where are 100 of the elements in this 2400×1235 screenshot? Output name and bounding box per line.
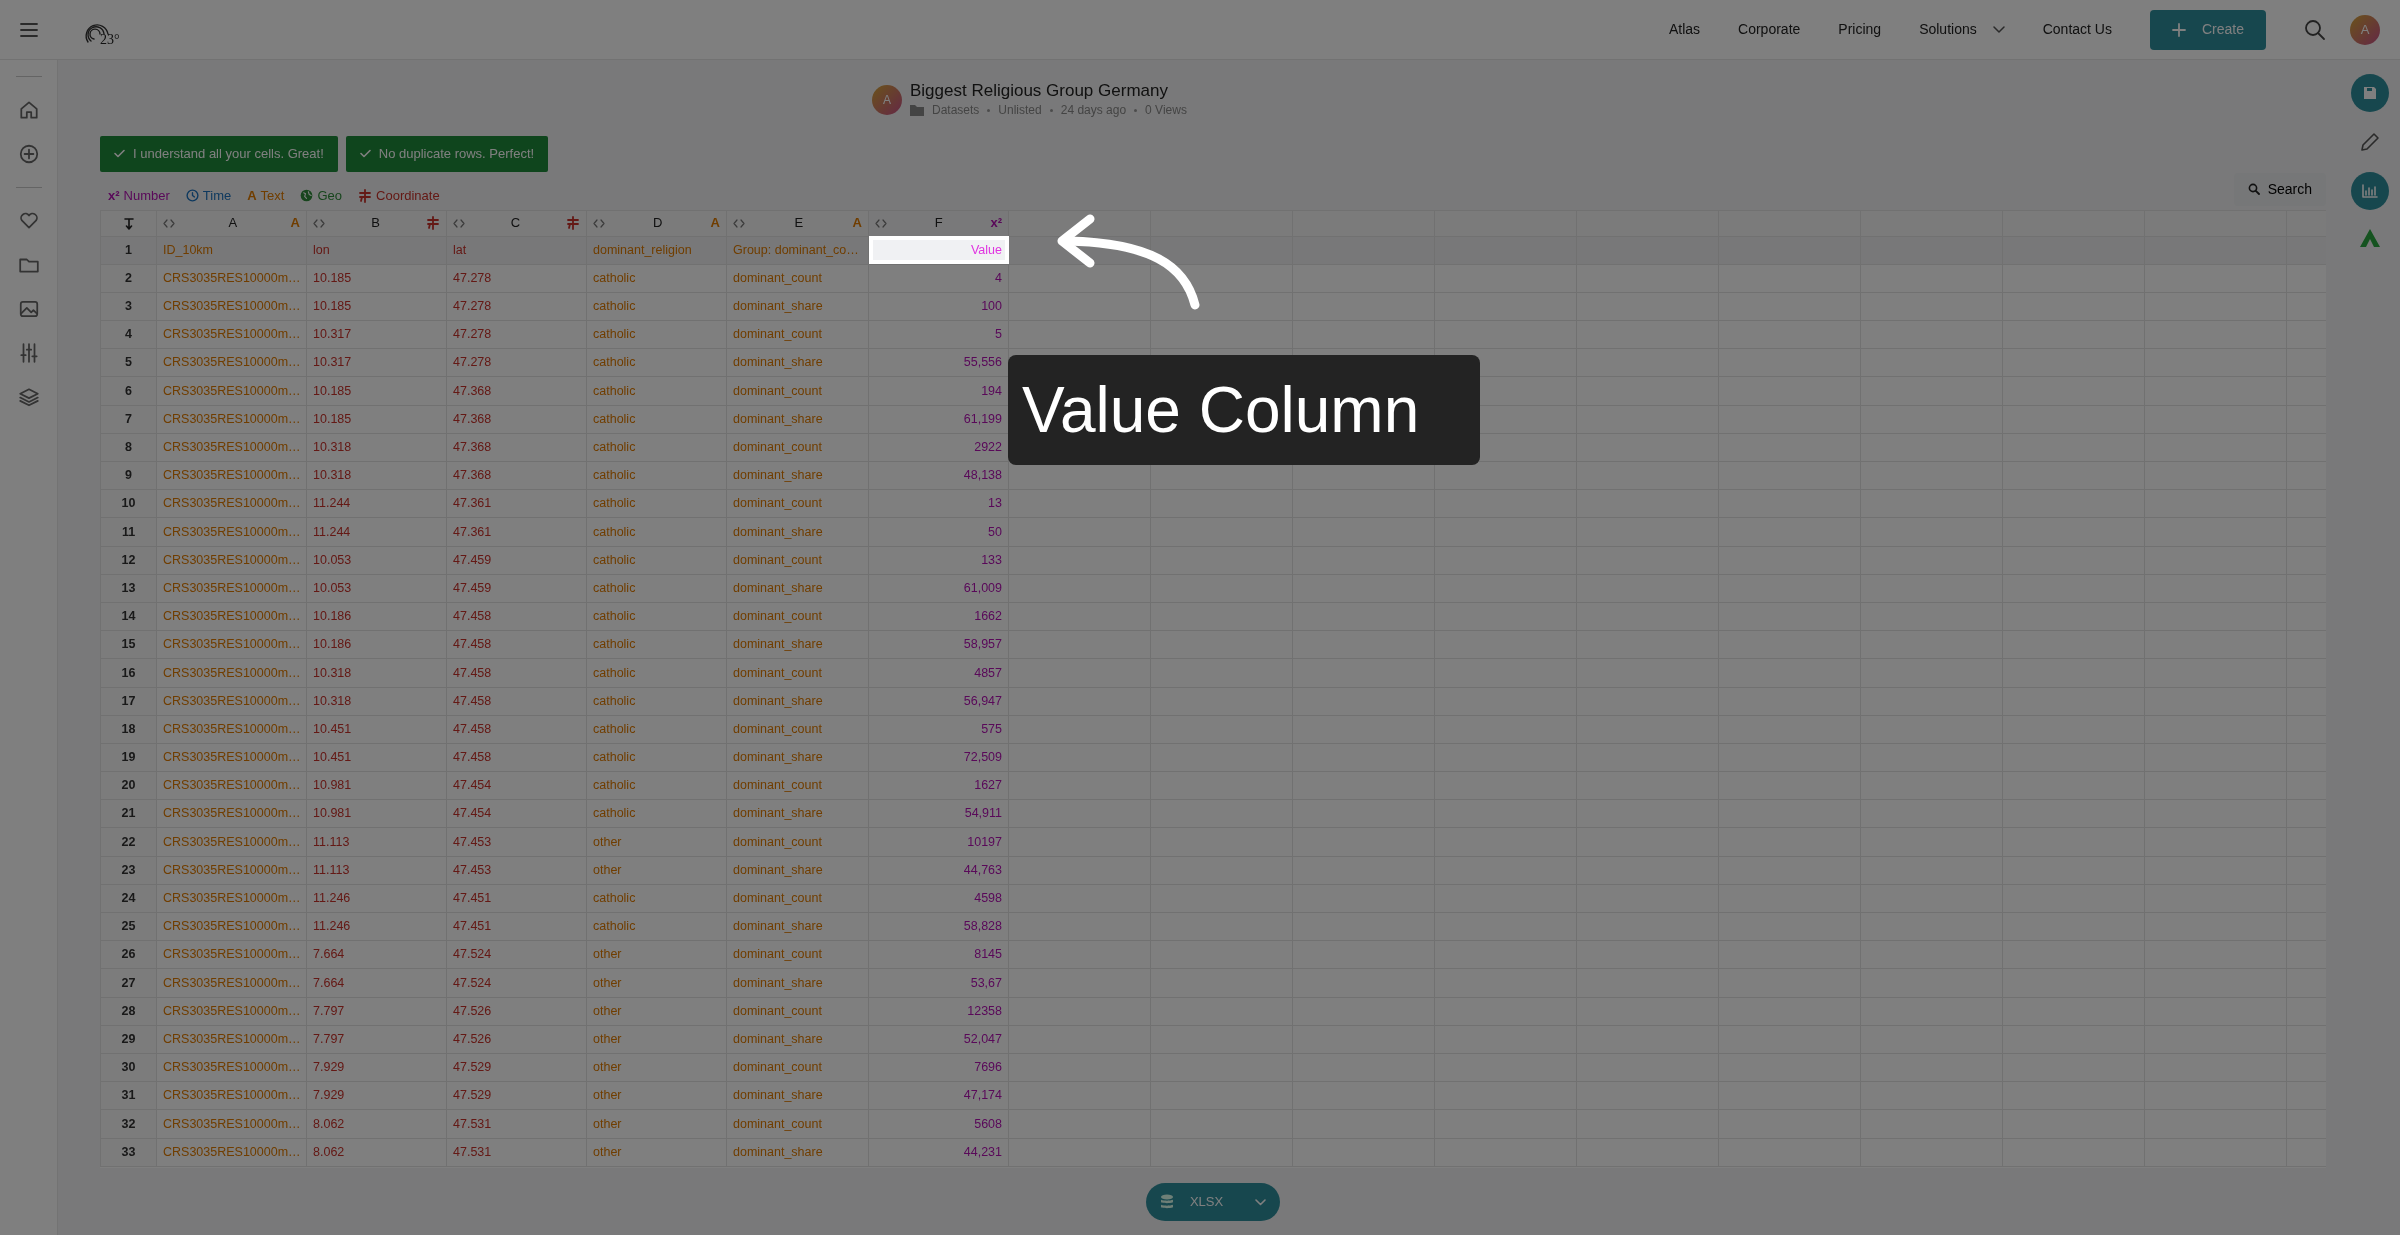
table-cell: 53,67: [868, 968, 1009, 998]
code-brackets-icon[interactable]: [163, 218, 175, 228]
add-circle-icon[interactable]: [17, 143, 40, 165]
table-cell: 7.797: [306, 997, 447, 1026]
table-cell: 10.981: [306, 771, 447, 800]
table-cell: other: [586, 1025, 727, 1054]
row-number: 12: [100, 546, 157, 575]
menu-icon[interactable]: [19, 21, 39, 38]
table-cell: dominant_share: [726, 405, 869, 434]
table-cell: 11.113: [306, 856, 447, 885]
triangle-logo-icon[interactable]: [2359, 228, 2381, 248]
cross-lines-icon: [566, 216, 580, 230]
column-letter[interactable]: B: [371, 213, 380, 233]
code-brackets-icon[interactable]: [733, 218, 745, 228]
folder-icon: [910, 104, 924, 117]
table-cell: CRS3035RES10000m…: [156, 433, 307, 462]
column-letter[interactable]: A: [228, 213, 238, 233]
table-cell: dominant_count: [726, 940, 869, 969]
sort-down-icon[interactable]: [123, 217, 134, 230]
nav-link[interactable]: Pricing: [1838, 19, 1882, 40]
column-letter[interactable]: D: [653, 213, 663, 233]
table-cell: CRS3035RES10000m…: [156, 968, 307, 998]
row-number: 11: [100, 517, 157, 547]
table-cell: CRS3035RES10000m…: [156, 799, 307, 828]
nav-link[interactable]: Corporate: [1738, 19, 1801, 40]
nav-link[interactable]: Solutions: [1919, 19, 2005, 40]
table-cell: 50: [868, 517, 1009, 547]
code-brackets-icon[interactable]: [593, 218, 605, 228]
nav-link[interactable]: Contact Us: [2042, 19, 2112, 40]
owner-avatar[interactable]: A: [872, 85, 902, 115]
table-cell: 44,763: [868, 856, 1009, 885]
clock-icon: [185, 189, 199, 203]
dot-separator-icon: [1134, 108, 1138, 112]
cross-lines-icon: [426, 216, 440, 230]
chart-button[interactable]: [2351, 172, 2389, 210]
chevron-down-icon: [1255, 1198, 1267, 1206]
search-icon[interactable]: [2304, 18, 2326, 41]
table-cell: 11.113: [306, 827, 447, 857]
table-cell: 47.526: [446, 1025, 587, 1054]
check-badge[interactable]: I understand all your cells. Great!: [100, 136, 338, 172]
table-cell: dominant_count: [726, 658, 869, 687]
table-cell: 11.244: [306, 517, 447, 547]
table-cell: 8.062: [306, 1138, 447, 1167]
column-letter[interactable]: E: [794, 213, 804, 233]
create-button[interactable]: Create: [2149, 9, 2266, 50]
user-avatar[interactable]: A: [2350, 14, 2380, 45]
table-cell: catholic: [586, 405, 727, 434]
code-brackets-icon[interactable]: [453, 218, 465, 228]
row-number: 19: [100, 743, 157, 772]
type-symbol: A: [247, 187, 257, 205]
table-cell: 10.317: [306, 348, 447, 377]
image-icon[interactable]: [17, 298, 40, 320]
code-brackets-icon[interactable]: [313, 218, 325, 228]
table-cell: dominant_count: [726, 715, 869, 744]
save-button[interactable]: [2351, 74, 2389, 112]
table-cell: 47.368: [446, 376, 587, 406]
table-cell: 47.458: [446, 743, 587, 772]
table-cell: 47.458: [446, 630, 587, 659]
row-number: 9: [100, 461, 157, 490]
column-letter[interactable]: C: [510, 213, 521, 233]
layers-icon[interactable]: [17, 386, 40, 408]
header-cell: dominant_religion: [586, 236, 727, 265]
type-label: Coordinate: [376, 187, 440, 205]
logo[interactable]: 23°: [82, 9, 122, 50]
row-number: 1: [100, 236, 157, 265]
table-cell: 1662: [868, 602, 1009, 631]
row-number: 25: [100, 912, 157, 941]
row-number: 24: [100, 884, 157, 913]
code-brackets-icon[interactable]: [875, 218, 887, 228]
row-number: 5: [100, 348, 157, 377]
pencil-icon[interactable]: [2358, 130, 2382, 154]
check-badge[interactable]: No duplicate rows. Perfect!: [345, 136, 549, 172]
table-cell: CRS3035RES10000m…: [156, 461, 307, 490]
column-letter[interactable]: F: [934, 213, 943, 233]
table-cell: 47.278: [446, 320, 587, 349]
table-cell: CRS3035RES10000m…: [156, 1138, 307, 1167]
check-icon: [359, 149, 371, 159]
type-label: Geo: [317, 187, 343, 205]
row-number: 18: [100, 715, 157, 744]
row-number: 27: [100, 968, 157, 998]
table-cell: CRS3035RES10000m…: [156, 630, 307, 659]
table-cell: dominant_count: [726, 546, 869, 575]
export-button[interactable]: XLSX: [1145, 1182, 1281, 1221]
table-cell: CRS3035RES10000m…: [156, 264, 307, 293]
table-cell: dominant_share: [726, 912, 869, 941]
home-icon[interactable]: [17, 99, 40, 121]
table-cell: 11.244: [306, 489, 447, 518]
table-cell: 10.186: [306, 602, 447, 631]
table-cell: 4: [868, 264, 1009, 293]
table-cell: 58,957: [868, 630, 1009, 659]
table-cell: CRS3035RES10000m…: [156, 771, 307, 800]
type-symbol: x²: [108, 187, 120, 205]
row-number: 4: [100, 320, 157, 349]
table-cell: dominant_count: [726, 1053, 869, 1082]
type-symbol: A: [852, 214, 862, 233]
row-number: 28: [100, 997, 157, 1026]
nav-link[interactable]: Atlas: [1668, 19, 1701, 40]
row-number: 21: [100, 799, 157, 828]
table-cell: 47.458: [446, 658, 587, 687]
type-symbol: x²: [990, 214, 1002, 233]
